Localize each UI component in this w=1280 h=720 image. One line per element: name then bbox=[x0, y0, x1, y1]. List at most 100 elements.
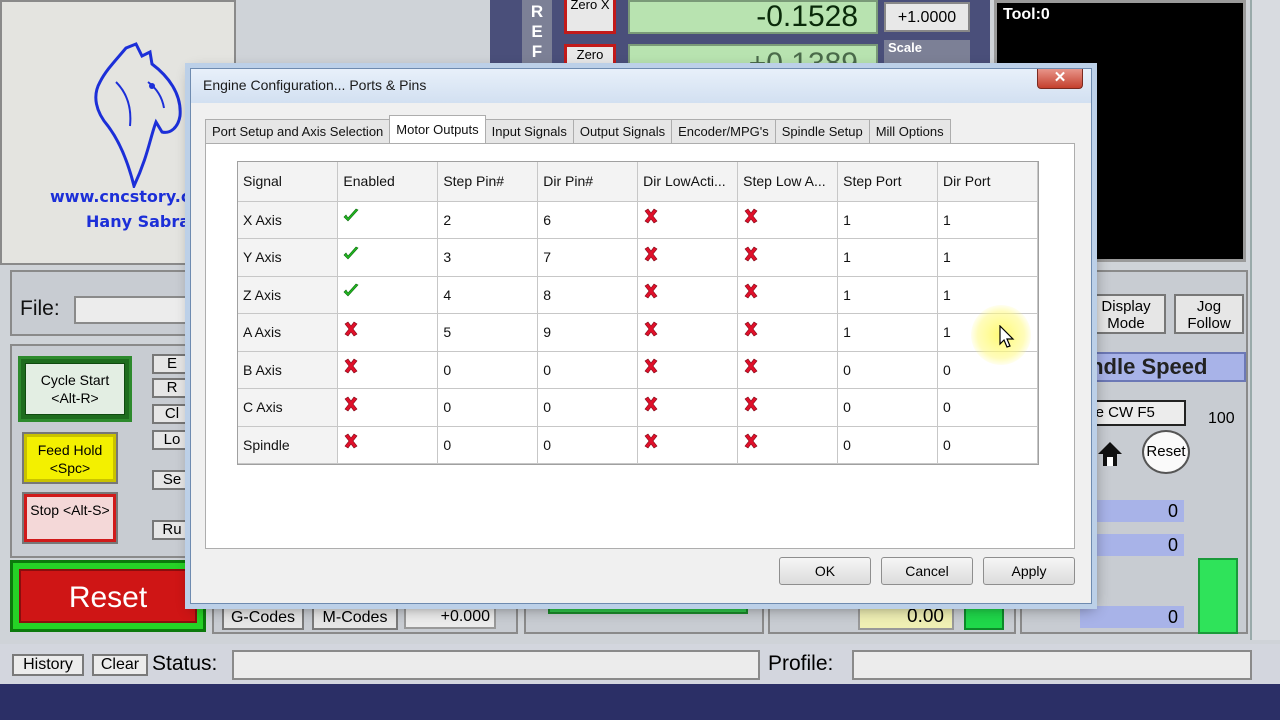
step-port-cell[interactable]: 0 bbox=[837, 426, 939, 464]
history-button[interactable]: History bbox=[12, 654, 84, 676]
spindle-cw-button[interactable]: dle CW F5 bbox=[1076, 400, 1186, 426]
step-low-active-cell[interactable] bbox=[737, 351, 839, 389]
feed-hold-button[interactable]: Feed Hold <Spc> bbox=[22, 432, 118, 484]
step-pin-cell[interactable]: 2 bbox=[437, 201, 539, 239]
step-pin-cell[interactable]: 5 bbox=[437, 313, 539, 352]
dir-pin-cell[interactable]: 7 bbox=[537, 238, 639, 277]
signal-cell[interactable]: Z Axis bbox=[238, 276, 339, 314]
step-low-active-cell[interactable] bbox=[737, 201, 839, 239]
jog-follow-button[interactable]: Jog Follow bbox=[1174, 294, 1244, 334]
table-row[interactable]: Spindle 0 0 0 0 bbox=[238, 426, 1038, 464]
signal-cell[interactable]: Y Axis bbox=[238, 238, 339, 277]
set-button[interactable]: Se bbox=[152, 470, 192, 490]
signal-cell[interactable]: C Axis bbox=[238, 388, 339, 427]
dro-x-readout[interactable]: -0.1528 bbox=[628, 0, 878, 34]
dir-low-active-cell[interactable] bbox=[637, 313, 739, 352]
table-row[interactable]: B Axis 0 0 0 0 bbox=[238, 351, 1038, 389]
enabled-cell[interactable] bbox=[337, 276, 439, 314]
side-button-1[interactable]: E bbox=[152, 354, 192, 374]
dir-low-active-cell[interactable] bbox=[637, 388, 739, 427]
table-row[interactable]: Y Axis 3 7 1 1 bbox=[238, 238, 1038, 277]
tab-output-signals[interactable]: Output Signals bbox=[572, 119, 673, 143]
dir-port-cell[interactable]: 0 bbox=[937, 388, 1038, 427]
enabled-cell[interactable] bbox=[337, 388, 439, 427]
dir-low-active-cell[interactable] bbox=[637, 426, 739, 464]
ok-button[interactable]: OK bbox=[779, 557, 871, 585]
cancel-button[interactable]: Cancel bbox=[881, 557, 973, 585]
side-button-2[interactable]: R bbox=[152, 378, 192, 398]
enabled-cell[interactable] bbox=[337, 201, 439, 239]
dir-pin-cell[interactable]: 0 bbox=[537, 426, 639, 464]
step-port-cell[interactable]: 0 bbox=[837, 351, 939, 389]
enabled-cell[interactable] bbox=[337, 238, 439, 277]
dir-pin-cell[interactable]: 6 bbox=[537, 201, 639, 239]
run-button[interactable]: Ru bbox=[152, 520, 192, 540]
tab-motor-outputs[interactable]: Motor Outputs bbox=[389, 115, 486, 143]
enabled-cell[interactable] bbox=[337, 313, 439, 352]
dir-pin-cell[interactable]: 0 bbox=[537, 351, 639, 389]
emergency-reset-button[interactable]: Reset bbox=[10, 560, 206, 632]
file-path-field[interactable] bbox=[74, 296, 204, 324]
stop-button[interactable]: Stop <Alt-S> bbox=[22, 492, 118, 544]
dir-pin-cell[interactable]: 8 bbox=[537, 276, 639, 314]
enabled-cell[interactable] bbox=[337, 351, 439, 389]
table-row[interactable]: X Axis 2 6 1 1 bbox=[238, 201, 1038, 239]
display-mode-button[interactable]: Display Mode bbox=[1086, 294, 1166, 334]
signal-cell[interactable]: B Axis bbox=[238, 351, 339, 389]
step-low-active-cell[interactable] bbox=[737, 388, 839, 427]
step-port-cell[interactable]: 1 bbox=[837, 276, 939, 314]
apply-button[interactable]: Apply bbox=[983, 557, 1075, 585]
step-low-active-cell[interactable] bbox=[737, 426, 839, 464]
gcodes-button[interactable]: G-Codes bbox=[222, 606, 304, 630]
signal-cell[interactable]: Spindle bbox=[238, 426, 339, 464]
step-low-active-cell[interactable] bbox=[737, 276, 839, 314]
step-port-cell[interactable]: 1 bbox=[837, 313, 939, 352]
dir-port-cell[interactable]: 0 bbox=[937, 426, 1038, 464]
table-row[interactable]: C Axis 0 0 0 0 bbox=[238, 388, 1038, 427]
step-pin-cell[interactable]: 0 bbox=[437, 388, 539, 427]
signal-cell[interactable]: A Axis bbox=[238, 313, 339, 352]
step-port-cell[interactable]: 0 bbox=[837, 388, 939, 427]
feed-led-button[interactable] bbox=[964, 600, 1004, 630]
side-button-4[interactable]: Lo bbox=[152, 430, 192, 450]
cycle-start-button[interactable]: Cycle Start <Alt-R> bbox=[18, 356, 132, 422]
home-icon[interactable] bbox=[1096, 440, 1124, 468]
dir-low-active-cell[interactable] bbox=[637, 238, 739, 277]
scale-x-value[interactable]: +1.0000 bbox=[884, 2, 970, 32]
close-icon[interactable]: ✕ bbox=[1037, 69, 1083, 89]
horse-logo-icon bbox=[94, 42, 182, 188]
step-pin-cell[interactable]: 3 bbox=[437, 238, 539, 277]
cross-icon bbox=[744, 246, 758, 261]
tab-input-signals[interactable]: Input Signals bbox=[484, 119, 574, 143]
table-row[interactable]: A Axis 5 9 1 1 bbox=[238, 313, 1038, 352]
cross-icon bbox=[644, 321, 658, 336]
tab-mill-options[interactable]: Mill Options bbox=[868, 119, 951, 143]
cross-icon bbox=[644, 246, 658, 261]
dir-port-cell[interactable]: 1 bbox=[937, 201, 1038, 239]
step-pin-cell[interactable]: 4 bbox=[437, 276, 539, 314]
step-port-cell[interactable]: 1 bbox=[837, 201, 939, 239]
dir-low-active-cell[interactable] bbox=[637, 201, 739, 239]
step-low-active-cell[interactable] bbox=[737, 313, 839, 352]
dir-low-active-cell[interactable] bbox=[637, 276, 739, 314]
step-port-cell[interactable]: 1 bbox=[837, 238, 939, 277]
dir-port-cell[interactable]: 1 bbox=[937, 238, 1038, 277]
table-row[interactable]: Z Axis 4 8 1 1 bbox=[238, 276, 1038, 314]
dir-low-active-cell[interactable] bbox=[637, 351, 739, 389]
clear-button[interactable]: Clear bbox=[92, 654, 148, 676]
tab-spindle-setup[interactable]: Spindle Setup bbox=[774, 119, 870, 143]
signal-cell[interactable]: X Axis bbox=[238, 201, 339, 239]
enabled-cell[interactable] bbox=[337, 426, 439, 464]
tab-encoder-mpg[interactable]: Encoder/MPG's bbox=[671, 119, 776, 143]
step-pin-cell[interactable]: 0 bbox=[437, 426, 539, 464]
side-button-3[interactable]: Cl bbox=[152, 404, 192, 424]
mcodes-button[interactable]: M-Codes bbox=[312, 606, 398, 630]
tab-port-setup[interactable]: Port Setup and Axis Selection bbox=[205, 119, 391, 143]
dir-pin-cell[interactable]: 9 bbox=[537, 313, 639, 352]
spindle-reset-button[interactable]: Reset bbox=[1142, 430, 1190, 474]
zero-x-button[interactable]: Zero X bbox=[564, 0, 616, 34]
spindle-value-3: 0 bbox=[1080, 606, 1184, 628]
dir-pin-cell[interactable]: 0 bbox=[537, 388, 639, 427]
step-low-active-cell[interactable] bbox=[737, 238, 839, 277]
step-pin-cell[interactable]: 0 bbox=[437, 351, 539, 389]
